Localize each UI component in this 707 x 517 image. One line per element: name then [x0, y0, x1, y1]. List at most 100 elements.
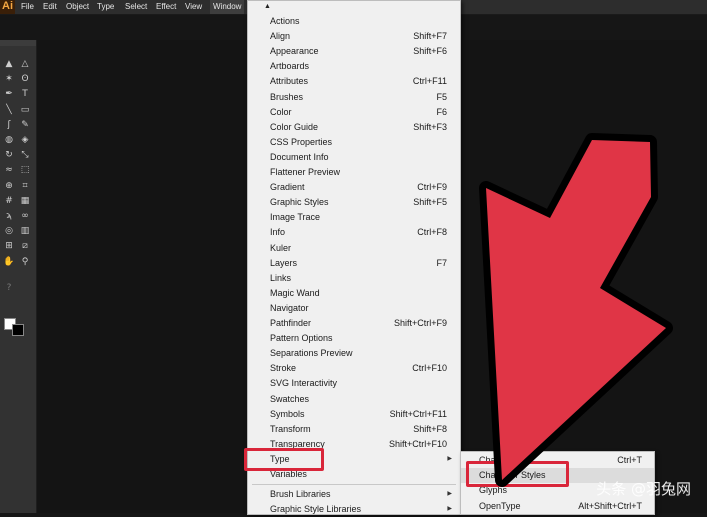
window-menu-item-info[interactable]: Info Ctrl+F8 — [248, 225, 460, 240]
menu-edit[interactable]: Edit — [43, 0, 57, 14]
window-menu-item-graphic-styles[interactable]: Graphic Styles Shift+F5 — [248, 195, 460, 210]
menu-item-label: Image Trace — [270, 212, 321, 223]
shape-builder-tool-icon[interactable]: ⊕ — [3, 180, 15, 192]
scale-tool-icon[interactable]: ⤡ — [19, 149, 31, 161]
window-menu-item-brushes[interactable]: Brushes F5 — [248, 90, 460, 105]
window-menu-item-magic-wand[interactable]: Magic Wand — [248, 286, 460, 301]
window-menu-item-brush-libraries[interactable]: Brush Libraries ▶ — [248, 487, 460, 502]
hand-tool-icon[interactable]: ✋ — [3, 256, 15, 268]
menu-item-label: CSS Properties — [270, 136, 333, 147]
slice-tool-icon[interactable]: ⧄ — [19, 240, 31, 252]
magic-wand-tool-icon[interactable]: ✶ — [3, 73, 15, 85]
rotate-tool-icon[interactable]: ↻ — [3, 149, 15, 161]
rectangle-tool-icon[interactable]: ▭ — [19, 104, 31, 116]
menu-item-label: Brush Libraries — [270, 489, 331, 500]
menu-item-label: Links — [270, 272, 292, 283]
window-menu-item-color-guide[interactable]: Color Guide Shift+F3 — [248, 120, 460, 135]
menu-select[interactable]: Select — [125, 0, 147, 14]
window-menu-item-gradient[interactable]: Gradient Ctrl+F9 — [248, 180, 460, 195]
artboard-tool-icon[interactable]: ⊞ — [3, 240, 15, 252]
pencil-tool-icon[interactable]: ✎ — [19, 119, 31, 131]
menu-item-label: Pathfinder — [270, 318, 312, 328]
window-menu-item-document-info[interactable]: Document Info — [248, 150, 460, 165]
scroll-up-icon[interactable]: ▲ — [264, 3, 271, 10]
window-menu-item-separations-preview[interactable]: Separations Preview — [248, 346, 460, 361]
free-transform-tool-icon[interactable]: ⬚ — [19, 164, 31, 176]
panel-grip[interactable] — [0, 40, 36, 46]
stroke-swatch[interactable] — [12, 324, 24, 336]
direct-selection-tool-icon[interactable]: △ — [19, 58, 31, 70]
column-graph-tool-icon[interactable]: ▥ — [19, 225, 31, 237]
eraser-tool-icon[interactable]: ◈ — [19, 134, 31, 146]
window-menu-item-pattern-options[interactable]: Pattern Options — [248, 331, 460, 346]
type-tool-icon[interactable]: T — [19, 88, 31, 100]
menu-file[interactable]: File — [21, 0, 34, 14]
watermark: 头条 @羽兔网 — [596, 480, 691, 498]
menu-view[interactable]: View — [185, 0, 202, 14]
menu-window[interactable]: Window — [210, 0, 245, 14]
menu-item-label: Actions — [270, 16, 300, 26]
menu-item-label: Document Info — [270, 151, 329, 162]
window-menu-item-navigator[interactable]: Navigator — [248, 301, 460, 316]
window-menu-item-links[interactable]: Links — [248, 271, 460, 286]
window-menu-item-attributes[interactable]: Attributes Ctrl+F11 — [248, 74, 460, 89]
menu-item-label: Info — [270, 227, 286, 238]
blend-tool-icon[interactable]: ∞ — [19, 210, 31, 222]
menu-item-shortcut: Shift+F6 — [413, 46, 447, 57]
menu-item-shortcut: Shift+F5 — [413, 197, 447, 208]
window-menu-item-appearance[interactable]: Appearance Shift+F6 — [248, 44, 460, 59]
menu-item-label: Align — [270, 31, 291, 42]
window-menu-item-layers[interactable]: Layers F7 — [248, 256, 460, 271]
submenu-arrow-icon: ▶ — [447, 506, 452, 513]
window-menu-item-flattener-preview[interactable]: Flattener Preview — [248, 165, 460, 180]
menu-separator — [252, 484, 456, 486]
perspective-grid-tool-icon[interactable]: ⌗ — [19, 180, 31, 192]
menu-item-label: Appearance — [270, 46, 319, 57]
window-menu-item-transform[interactable]: Transform Shift+F8 — [248, 422, 460, 437]
window-menu-item-symbols[interactable]: Symbols Shift+Ctrl+F11 — [248, 407, 460, 422]
window-menu-item-color[interactable]: Color F6 — [248, 105, 460, 120]
menu-item-label: Swatches — [270, 393, 310, 404]
type-submenu-item-opentype[interactable]: OpenType Alt+Shift+Ctrl+T — [461, 499, 654, 514]
eyedropper-tool-icon[interactable]: ϡ — [3, 210, 15, 222]
pen-tool-icon[interactable]: ✒ — [3, 88, 15, 100]
mesh-tool-icon[interactable]: # — [3, 195, 15, 207]
symbol-sprayer-tool-icon[interactable]: ◎ — [3, 225, 15, 237]
menu-item-label: Magic Wand — [270, 287, 320, 298]
paintbrush-tool-icon[interactable]: ʃ — [3, 119, 15, 131]
menu-item-label: Symbols — [270, 408, 305, 419]
window-menu-item-align[interactable]: Align Shift+F7 — [248, 29, 460, 44]
blob-brush-tool-icon[interactable]: ◍ — [3, 134, 15, 146]
window-menu-item-swatches[interactable]: Swatches — [248, 392, 460, 407]
window-menu-item-svg-interactivity[interactable]: SVG Interactivity — [248, 376, 460, 391]
selection-tool-icon[interactable]: ▲ — [3, 58, 15, 70]
lasso-tool-icon[interactable]: ʘ — [19, 73, 31, 85]
gradient-tool-icon[interactable]: ▦ — [19, 195, 31, 207]
annotation-box-character-styles — [466, 461, 569, 487]
menu-item-shortcut: F7 — [436, 257, 447, 268]
line-tool-icon[interactable]: ╲ — [3, 104, 15, 116]
menu-item-shortcut: Ctrl+F11 — [412, 76, 447, 87]
submenu-item-shortcut: Ctrl+T — [617, 455, 642, 465]
window-menu-dropdown: ▲ Actions Align Shift+F7 Appearance Shift+F6… — [247, 0, 461, 515]
annotation-box-type — [244, 448, 324, 471]
menu-item-shortcut: Ctrl+F8 — [417, 227, 447, 238]
menu-item-shortcut: Ctrl+F9 — [417, 182, 447, 193]
menu-item-shortcut: F6 — [436, 106, 447, 117]
menu-item-shortcut: Shift+Ctrl+F10 — [388, 438, 447, 449]
menu-item-label: Color Guide — [270, 121, 319, 132]
window-menu-item-graphic-style-libraries[interactable]: Graphic Style Libraries ▶ — [248, 502, 460, 517]
window-menu-item-css-properties[interactable]: CSS Properties — [248, 135, 460, 150]
menu-effect[interactable]: Effect — [156, 0, 176, 14]
window-menu-item-image-trace[interactable]: Image Trace — [248, 210, 460, 225]
window-menu-item-actions[interactable]: Actions — [248, 14, 460, 29]
window-menu-item-stroke[interactable]: Stroke Ctrl+F10 — [248, 361, 460, 376]
zoom-tool-icon[interactable]: ⚲ — [19, 256, 31, 268]
menu-type[interactable]: Type — [97, 0, 114, 14]
window-menu-item-pathfinder[interactable]: Pathfinder Shift+Ctrl+F9 — [248, 316, 460, 331]
warp-tool-icon[interactable]: ≈ — [3, 164, 15, 176]
menu-object[interactable]: Object — [66, 0, 89, 14]
menu-item-label: SVG Interactivity — [270, 378, 338, 389]
window-menu-item-artboards[interactable]: Artboards — [248, 59, 460, 74]
window-menu-item-kuler[interactable]: Kuler — [248, 241, 460, 256]
